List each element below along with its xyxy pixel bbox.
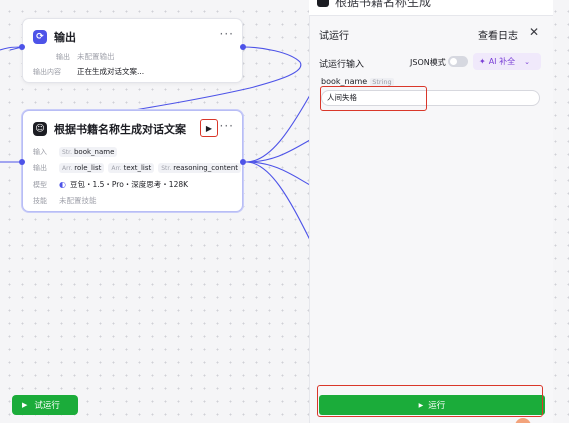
output-param-tag: Str. reasoning_content bbox=[158, 163, 242, 173]
llm-model-label: 模型 bbox=[33, 180, 47, 189]
output-node-header: ⟳ 输出 bbox=[33, 29, 76, 45]
llm-node-input-row: 输入 Str. book_name bbox=[33, 147, 118, 157]
llm-skills-label: 技能 bbox=[33, 196, 47, 205]
llm-node-output-port[interactable] bbox=[240, 159, 246, 165]
input-section-title: 试运行输入 bbox=[319, 60, 365, 70]
output-node-output-row: 输出 未配置输出 bbox=[33, 51, 115, 62]
run-node-button[interactable]: ▶ bbox=[200, 119, 218, 137]
output-node-input-port[interactable] bbox=[19, 44, 25, 50]
output-value: 未配置输出 bbox=[77, 52, 115, 61]
run-button[interactable]: ▶ 运行 bbox=[319, 395, 545, 415]
llm-node-skills-row: 技能 未配置技能 bbox=[33, 195, 97, 206]
output-param-tag: Arr. role_list bbox=[59, 163, 105, 173]
close-icon[interactable]: ✕ bbox=[529, 25, 539, 39]
panel-title: 试运行 bbox=[319, 31, 349, 42]
panel-top-title: 根据书籍名称生成 bbox=[335, 0, 432, 9]
view-log-button[interactable]: 查看日志 bbox=[478, 27, 518, 42]
play-icon: ▶ bbox=[418, 401, 424, 409]
llm-input-label: 输入 bbox=[33, 148, 47, 156]
play-icon: ▶ bbox=[22, 401, 28, 409]
run-button-label: 运行 bbox=[428, 401, 446, 411]
llm-output-label: 输出 bbox=[33, 164, 47, 172]
llm-node-header: ☺ 根据书籍名称生成对话文案 bbox=[33, 121, 186, 137]
output-node-icon: ⟳ bbox=[33, 30, 47, 44]
panel-top-strip: 根据书籍名称生成 bbox=[309, 0, 553, 16]
field-type-badge: String bbox=[370, 77, 394, 86]
book-name-field-label: book_name String bbox=[321, 77, 394, 86]
play-icon: ▶ bbox=[205, 123, 213, 133]
node-icon bbox=[317, 0, 329, 7]
output-node-title: 输出 bbox=[54, 31, 76, 44]
book-name-input[interactable]: 人间失格 bbox=[321, 90, 540, 106]
output-param-tag: Arr. text_list bbox=[108, 163, 155, 173]
llm-skills-value: 未配置技能 bbox=[59, 196, 97, 205]
llm-node-input-port[interactable] bbox=[19, 159, 25, 165]
llm-node-more-button[interactable]: ··· bbox=[220, 119, 234, 133]
panel-body: 试运行 查看日志 ✕ 试运行输入 JSON模式 ✦ AI 补全 ⌄ book_n… bbox=[309, 16, 553, 423]
llm-model-value: 豆包・1.5・Pro・深度思考・128K bbox=[69, 180, 189, 189]
output-node[interactable]: ⟳ 输出 ··· 输出 未配置输出 输出内容 正在生成对话文案... bbox=[22, 18, 243, 83]
output-content-value: 正在生成对话文案... bbox=[77, 67, 145, 76]
test-run-button[interactable]: ▶ 试运行 bbox=[12, 395, 78, 415]
output-label: 输出 bbox=[56, 52, 70, 61]
model-logo-icon: ◐ bbox=[59, 180, 66, 189]
chevron-down-icon[interactable]: ⌄ bbox=[524, 58, 530, 66]
llm-node-output-row: 输出 Arr. role_list Arr. text_list Str. reaso… bbox=[33, 163, 242, 173]
ai-complete-label: AI 补全 bbox=[488, 57, 516, 66]
llm-node-icon: ☺ bbox=[33, 122, 47, 136]
output-node-more-button[interactable]: ··· bbox=[220, 27, 234, 41]
sparkle-icon: ✦ bbox=[479, 57, 486, 66]
test-run-panel: 根据书籍名称生成 试运行 查看日志 ✕ 试运行输入 JSON模式 ✦ AI 补全… bbox=[309, 0, 553, 423]
json-mode-label: JSON模式 bbox=[410, 58, 446, 67]
output-content-label: 输出内容 bbox=[33, 67, 61, 76]
test-run-label: 试运行 bbox=[34, 401, 60, 411]
ai-complete-button[interactable]: ✦ AI 补全 ⌄ bbox=[473, 53, 541, 70]
output-node-content-row: 输出内容 正在生成对话文案... bbox=[33, 66, 144, 77]
input-param-tag: Str. book_name bbox=[59, 147, 118, 157]
llm-node-title: 根据书籍名称生成对话文案 bbox=[54, 123, 186, 136]
llm-node-model-row: 模型 ◐ 豆包・1.5・Pro・深度思考・128K bbox=[33, 179, 188, 190]
output-node-output-port[interactable] bbox=[240, 44, 246, 50]
json-mode-toggle[interactable] bbox=[448, 56, 468, 67]
